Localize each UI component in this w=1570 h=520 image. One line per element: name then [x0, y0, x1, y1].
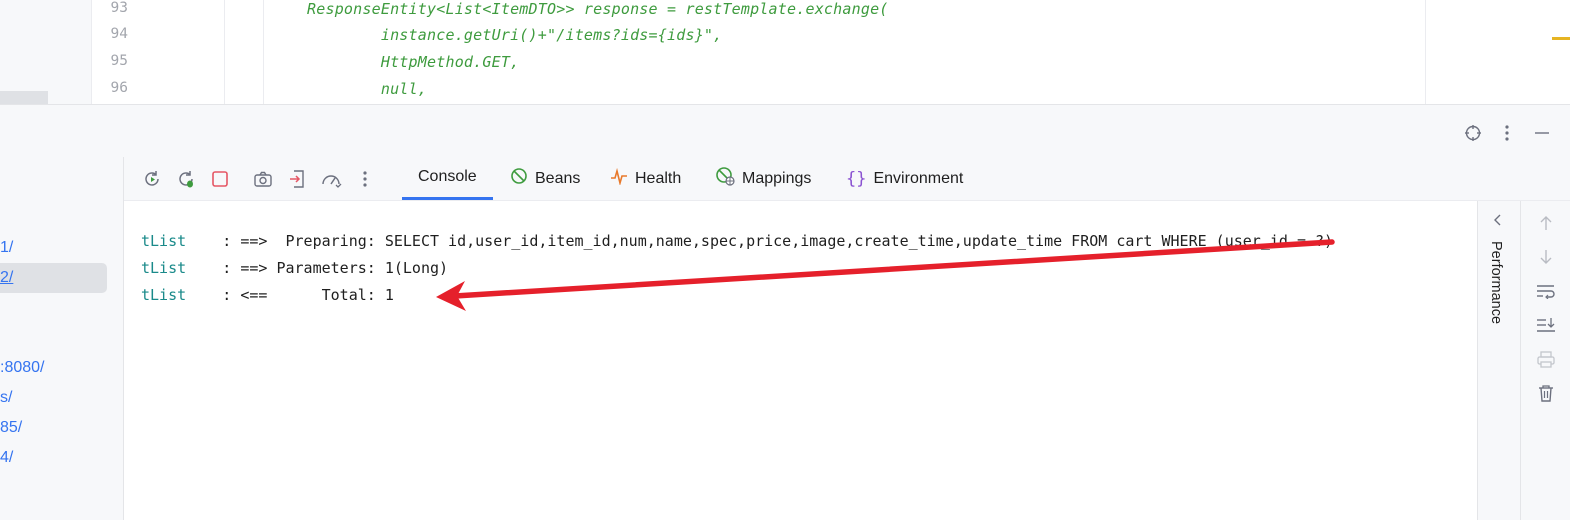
scroll-to-end-icon[interactable]	[1535, 314, 1557, 336]
selected-row-highlight	[0, 263, 107, 293]
rerun-icon[interactable]	[141, 168, 163, 190]
tab-label: Environment	[873, 169, 964, 187]
trash-icon[interactable]	[1535, 382, 1557, 404]
console-line[interactable]: tList : <== Total: 1	[141, 286, 394, 304]
line-number: 93	[110, 0, 128, 16]
log-text: : ==> Parameters: 1(Long)	[186, 259, 449, 277]
environment-icon: {}	[846, 168, 867, 189]
stop-icon[interactable]	[209, 168, 231, 190]
tab-label: Health	[635, 169, 682, 187]
services-tool-window-header	[0, 105, 1570, 157]
line-number: 94	[110, 26, 128, 42]
tab-environment[interactable]: {} Environment	[846, 157, 963, 200]
code-line[interactable]: ResponseEntity<List<ItemDTO>> response =…	[307, 0, 889, 18]
log-source: tList	[141, 286, 187, 304]
arrow-up-icon[interactable]	[1535, 212, 1557, 234]
console-line[interactable]: tList : ==> Parameters: 1(Long)	[141, 259, 448, 277]
crosshair-icon[interactable]	[1463, 123, 1483, 143]
code-line[interactable]: HttpMethod.GET,	[307, 53, 519, 71]
line-number-gutter: 93 94 95 96	[92, 0, 225, 104]
line-number: 96	[110, 80, 128, 96]
tab-label: Beans	[535, 169, 581, 187]
camera-icon[interactable]	[252, 168, 274, 190]
print-icon[interactable]	[1535, 348, 1557, 370]
tab-health[interactable]: Health	[610, 157, 681, 200]
service-item[interactable]: 1/	[0, 239, 13, 257]
services-tree: 1/ 2/ :8080/ s/ 85/ 4/	[0, 157, 124, 520]
scrollbar-thumb[interactable]	[0, 91, 48, 104]
run-toolbar: Console Beans Health Mappings {} Environ…	[124, 157, 1570, 201]
log-source: tList	[141, 232, 187, 250]
service-item[interactable]: 4/	[0, 449, 13, 467]
service-item[interactable]: 85/	[0, 419, 22, 437]
line-number: 95	[110, 53, 128, 69]
tab-mappings[interactable]: Mappings	[715, 157, 811, 200]
project-panel-edge	[0, 0, 92, 104]
health-icon	[610, 167, 628, 190]
soft-wrap-icon[interactable]	[1535, 280, 1557, 302]
beans-icon	[510, 167, 528, 190]
chevron-left-icon[interactable]	[1492, 213, 1504, 232]
code-editor[interactable]: 93 94 95 96 ResponseEntity<List<ItemDTO>…	[0, 0, 1570, 105]
fold-gutter	[225, 0, 264, 104]
log-text: : <== Total: 1	[186, 286, 394, 304]
tab-beans[interactable]: Beans	[510, 157, 580, 200]
service-item-selected[interactable]: 2/	[0, 269, 13, 287]
profiler-icon[interactable]	[320, 168, 342, 190]
tab-console[interactable]: Console	[402, 157, 493, 200]
minimize-icon[interactable]	[1532, 123, 1552, 143]
more-actions-icon[interactable]	[354, 168, 376, 190]
code-line[interactable]: null,	[307, 80, 427, 98]
console-side-toolbar	[1520, 201, 1570, 520]
tab-label: Mappings	[742, 169, 812, 187]
log-source: tList	[141, 259, 187, 277]
arrow-down-icon[interactable]	[1535, 246, 1557, 268]
performance-tab[interactable]: Performance	[1488, 241, 1504, 324]
mappings-icon	[715, 166, 735, 191]
console-output[interactable]: tList : ==> Preparing: SELECT id,user_id…	[124, 201, 1477, 520]
performance-strip: Performance	[1477, 201, 1520, 520]
dump-threads-icon[interactable]	[286, 168, 308, 190]
code-line[interactable]: instance.getUri()+"/items?ids={ids}",	[307, 26, 722, 44]
more-options-icon[interactable]	[1497, 123, 1517, 143]
rerun-debug-icon[interactable]	[175, 168, 197, 190]
service-item[interactable]: :8080/	[0, 359, 44, 377]
service-item[interactable]: s/	[0, 389, 12, 407]
console-line[interactable]: tList : ==> Preparing: SELECT id,user_id…	[141, 232, 1333, 250]
log-text: : ==> Preparing: SELECT id,user_id,item_…	[186, 232, 1334, 250]
editor-error-stripe	[1425, 0, 1570, 104]
tab-label: Console	[418, 168, 477, 185]
warning-marker[interactable]	[1552, 37, 1570, 40]
